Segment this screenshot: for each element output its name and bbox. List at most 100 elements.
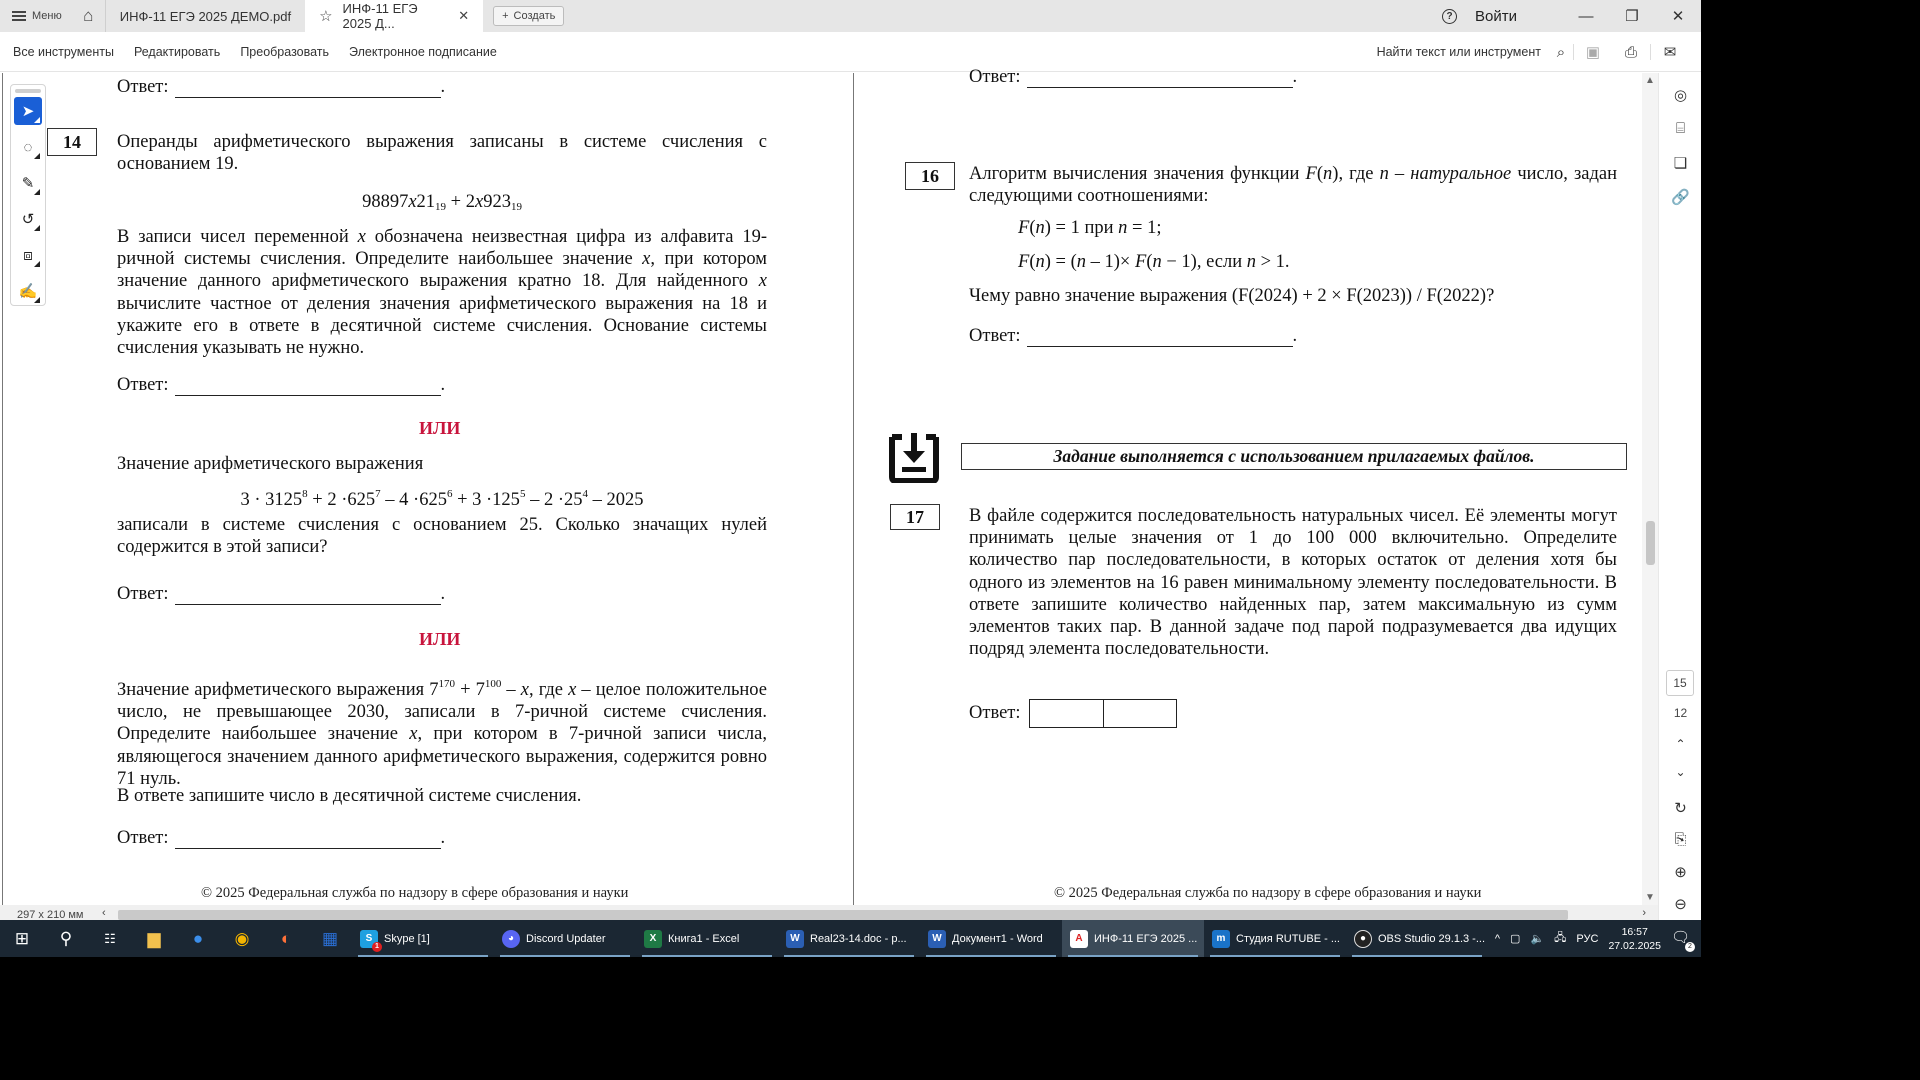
login-button[interactable]: Войти xyxy=(1475,8,1517,25)
answer-line[interactable] xyxy=(174,80,441,98)
find-text-input[interactable]: Найти текст или инструмент xyxy=(1377,45,1541,59)
create-button[interactable]: + Создать xyxy=(493,6,565,26)
browser-icon[interactable]: ● xyxy=(176,920,220,957)
tab-active-document[interactable]: ☆ ИНФ-11 ЕГЭ 2025 Д... ✕ xyxy=(305,0,484,32)
drag-handle[interactable] xyxy=(15,89,41,93)
variant3-paragraph1: Значение арифметического выражения 7170 … xyxy=(117,673,767,790)
file-explorer-icon[interactable]: ▆ xyxy=(132,920,176,957)
tab-demo-pdf[interactable]: ИНФ-11 ЕГЭ 2025 ДЕМО.pdf xyxy=(106,0,305,32)
network-icon[interactable]: 🖧 xyxy=(1554,929,1566,948)
task16-question: Чему равно значение выражения (F(2024) +… xyxy=(969,286,1495,306)
restore-icon[interactable]: ❐ xyxy=(1609,0,1655,32)
obs-icon: ● xyxy=(1354,929,1372,948)
text-exp: 100 xyxy=(484,678,502,690)
formula-part: 98897 xyxy=(362,192,409,212)
signature-icon[interactable]: ✍ xyxy=(14,277,42,305)
taskbar-app-rutube[interactable]: m Студия RUTUBE - ... xyxy=(1204,920,1346,957)
minimize-icon[interactable]: — xyxy=(1563,0,1609,32)
save-icon[interactable]: ▣ xyxy=(1574,32,1612,72)
toolbar-all-tools[interactable]: Все инструменты xyxy=(13,45,114,59)
comments-icon[interactable]: ◎ xyxy=(1659,86,1701,104)
bookmarks-icon[interactable]: ⌸ xyxy=(1659,120,1701,137)
email-icon[interactable]: ✉ xyxy=(1651,32,1689,72)
print-icon[interactable]: ⎙ xyxy=(1612,32,1650,72)
text-select-icon[interactable]: ⧈ xyxy=(14,241,42,269)
answer-line[interactable] xyxy=(174,378,441,396)
pdf-icon: A xyxy=(1070,929,1088,948)
task-view-icon[interactable]: ☷ xyxy=(88,920,132,957)
text-part: > 1. xyxy=(1255,252,1290,272)
calendar-app-icon[interactable]: ▦ xyxy=(308,920,352,957)
app-label: Discord Updater xyxy=(526,932,606,945)
formula-term: – 4 ·625 xyxy=(380,490,447,510)
rutube-icon: m xyxy=(1212,929,1230,948)
title-right-area: ? Войти — ❐ ✕ xyxy=(1442,0,1701,32)
scroll-up-icon[interactable]: ▲ xyxy=(1642,75,1658,86)
star-icon[interactable]: ☆ xyxy=(319,7,332,25)
page-down-icon[interactable]: ⌄ xyxy=(1659,765,1701,779)
taskbar-app-discord[interactable]: ◕ Discord Updater xyxy=(494,920,636,957)
taskbar-app-pdf[interactable]: A ИНФ-11 ЕГЭ 2025 ... xyxy=(1062,920,1204,957)
answer-label: Ответ: xyxy=(117,828,169,848)
select-cursor-icon[interactable]: ➤ xyxy=(14,97,42,125)
chrome-icon[interactable]: ◉ xyxy=(220,920,264,957)
home-button[interactable]: ⌂ xyxy=(72,0,106,32)
scroll-thumb[interactable] xyxy=(118,910,1568,920)
toolbar-edit[interactable]: Редактировать xyxy=(134,45,220,59)
search-icon[interactable]: ⚲ xyxy=(44,920,88,957)
answer-line[interactable] xyxy=(1026,329,1293,347)
taskbar-app-word-doc1[interactable]: W Документ1 - Word xyxy=(920,920,1062,957)
taskbar-app-excel[interactable]: X Книга1 - Excel xyxy=(636,920,778,957)
formula-var: x xyxy=(408,192,417,212)
answer-cell-2[interactable] xyxy=(1102,700,1176,727)
toolbar-convert[interactable]: Преобразовать xyxy=(240,45,329,59)
zoom-out-icon[interactable]: ⊖ xyxy=(1659,895,1701,913)
meet-now-icon[interactable]: ▢ xyxy=(1510,932,1520,945)
firefox-icon[interactable]: ◐ xyxy=(264,920,308,957)
taskbar-app-obs[interactable]: ● OBS Studio 29.1.3 -... xyxy=(1346,920,1488,957)
vertical-scrollbar[interactable]: ▲ ▼ xyxy=(1642,73,1658,905)
menu-button[interactable]: Меню xyxy=(0,0,72,32)
windows-start-icon[interactable]: ⊞ xyxy=(0,920,44,957)
tray-expand-icon[interactable]: ^ xyxy=(1495,933,1500,945)
notifications-icon[interactable]: 🗨 2 xyxy=(1671,928,1695,952)
task14-paragraph2: В записи чисел переменной x обозначена н… xyxy=(117,226,767,359)
or-separator: ИЛИ xyxy=(419,629,461,649)
fit-page-icon[interactable]: ⎘ xyxy=(1659,831,1701,848)
file-download-icon[interactable] xyxy=(888,433,940,484)
clock[interactable]: 16:57 27.02.2025 xyxy=(1608,925,1661,953)
highlight-pen-icon[interactable]: ✎ xyxy=(14,169,42,197)
answer-line[interactable] xyxy=(174,831,441,849)
taskbar-app-skype[interactable]: S1 Skype [1] xyxy=(352,920,494,957)
tab-close-icon[interactable]: ✕ xyxy=(458,8,469,24)
answer-label: Ответ: xyxy=(969,703,1021,723)
help-icon[interactable]: ? xyxy=(1442,8,1458,24)
comment-icon[interactable]: ◌ xyxy=(14,133,42,161)
answer-grid[interactable] xyxy=(1028,699,1177,728)
search-icon[interactable]: ⌕ xyxy=(1549,32,1573,72)
answer-cell-1[interactable] xyxy=(1030,700,1103,727)
scroll-down-icon[interactable]: ▼ xyxy=(1642,892,1658,903)
close-icon[interactable]: ✕ xyxy=(1655,0,1701,32)
pages-icon[interactable]: ❏ xyxy=(1659,154,1701,172)
app-label: ИНФ-11 ЕГЭ 2025 ... xyxy=(1094,932,1198,945)
toolbar-e-sign[interactable]: Электронное подписание xyxy=(349,45,497,59)
volume-icon[interactable]: 🔈 xyxy=(1530,932,1544,945)
text-part: , где xyxy=(528,680,569,700)
scroll-left-icon[interactable]: ‹ xyxy=(102,907,106,919)
zoom-in-icon[interactable]: ⊕ xyxy=(1659,863,1701,881)
attachments-icon[interactable]: 🔗 xyxy=(1659,188,1701,206)
taskbar-app-word-real23[interactable]: W Real23-14.doc - p... xyxy=(778,920,920,957)
scroll-thumb[interactable] xyxy=(1646,521,1655,565)
lasso-draw-icon[interactable]: ↺ xyxy=(14,205,42,233)
answer-line[interactable] xyxy=(174,587,441,605)
language-indicator[interactable]: РУС xyxy=(1576,933,1598,945)
rotate-icon[interactable]: ↻ xyxy=(1659,799,1701,817)
scroll-right-icon[interactable]: › xyxy=(1642,907,1646,919)
current-page-input[interactable]: 15 xyxy=(1666,670,1694,696)
page-up-icon[interactable]: ⌃ xyxy=(1659,737,1701,751)
pdf-page-left: Ответ:. 14 Операнды арифметического выра… xyxy=(2,73,854,905)
answer-line[interactable] xyxy=(1026,70,1293,88)
left-tools-panel: ➤ ◌ ✎ ↺ ⧈ ✍ xyxy=(10,84,46,306)
formula-base: 19 xyxy=(510,201,522,213)
